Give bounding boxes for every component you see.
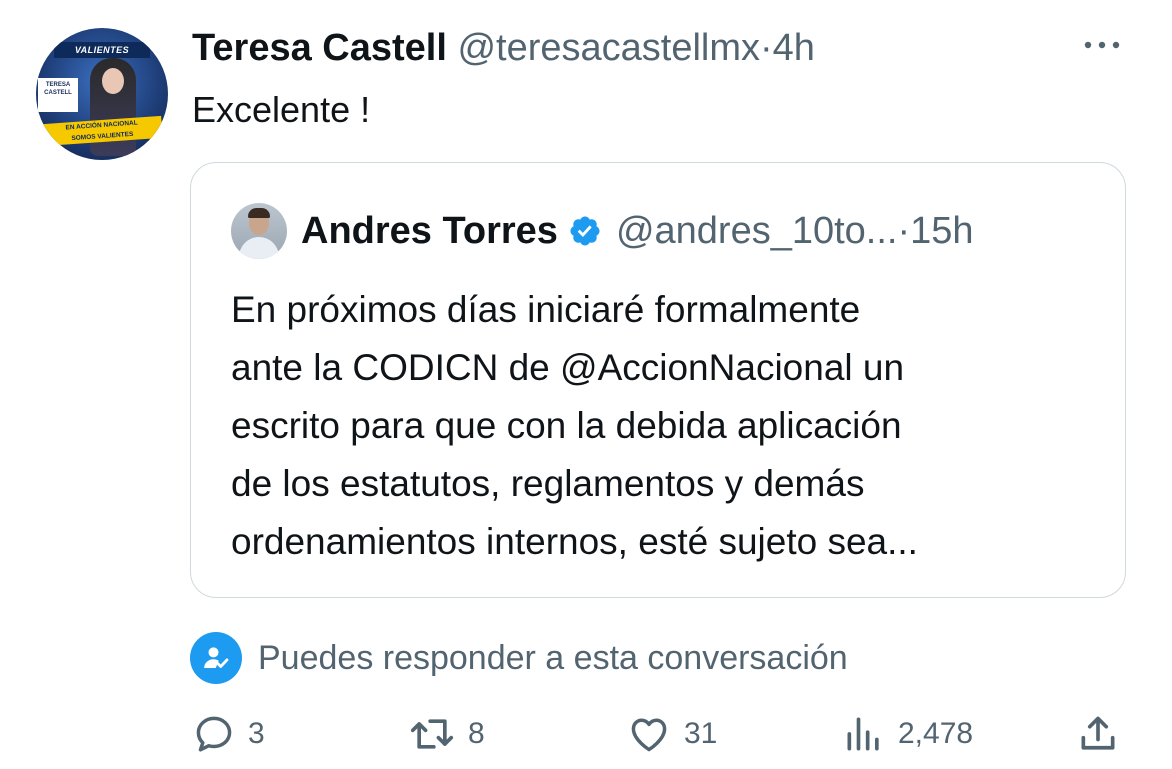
repost-button[interactable]: 8 <box>408 706 485 762</box>
reply-permission-text: Puedes responder a esta conversación <box>258 638 848 677</box>
author-avatar[interactable]: VALIENTES TERESA CASTELL EN ACCIÓN NACIO… <box>36 28 168 160</box>
avatar-top-banner: VALIENTES <box>54 42 150 58</box>
quoted-avatar-hair <box>248 208 270 218</box>
verified-badge-icon <box>570 216 600 246</box>
more-icon[interactable] <box>1080 30 1124 60</box>
quoted-text-line: de los estatutos, reglamentos y demás <box>231 463 865 504</box>
quoted-author-handle[interactable]: @andres_10to... <box>616 207 898 255</box>
share-button[interactable] <box>1076 706 1132 762</box>
tweet-text: Excelente ! <box>192 89 371 130</box>
person-check-icon <box>190 632 242 684</box>
views-button[interactable]: 2,478 <box>842 706 973 762</box>
avatar-name-card: TERESA CASTELL <box>38 78 78 112</box>
quoted-tweet[interactable]: Andres Torres @andres_10to... · 15h En pró… <box>190 162 1126 598</box>
quoted-tweet-time[interactable]: 15h <box>910 207 973 255</box>
reply-icon <box>196 716 232 752</box>
reply-button[interactable]: 3 <box>192 706 265 762</box>
reply-count: 3 <box>248 717 265 750</box>
quoted-text-line: En próximos días iniciaré formalmente <box>231 289 861 330</box>
like-button[interactable]: 31 <box>626 706 717 762</box>
quoted-author-avatar[interactable] <box>231 203 287 259</box>
tweet-header: Teresa Castell @teresacastellmx·4h <box>192 24 815 72</box>
tweet-actions: 3 8 31 2,478 <box>0 706 1172 762</box>
share-icon <box>1081 716 1115 750</box>
repost-count: 8 <box>468 717 485 750</box>
author-handle[interactable]: @teresacastellmx <box>457 27 760 69</box>
quoted-author-name[interactable]: Andres Torres <box>301 207 558 255</box>
quoted-text-line: ante la CODICN de @AccionNacional un <box>231 347 905 388</box>
quoted-tweet-header: Andres Torres @andres_10to... · 15h <box>301 207 974 255</box>
author-name[interactable]: Teresa Castell <box>192 27 447 69</box>
reply-permission-notice: Puedes responder a esta conversación <box>190 632 848 684</box>
heart-icon <box>631 718 667 752</box>
avatar-face <box>102 68 124 94</box>
repost-icon <box>410 719 454 749</box>
like-count: 31 <box>684 717 718 750</box>
header-separator: · <box>760 27 773 69</box>
quoted-avatar-body <box>239 237 279 259</box>
quoted-text-line: ordenamientos internos, esté sujeto sea.… <box>231 521 918 562</box>
quoted-text-line: escrito para que con la debida aplicació… <box>231 405 902 446</box>
views-icon <box>847 717 879 751</box>
quoted-header-separator: · <box>897 210 911 252</box>
avatar-bottom-banner: EN ACCIÓN NACIONAL SOMOS VALIENTES <box>41 115 163 147</box>
views-count: 2,478 <box>898 717 974 750</box>
tweet-time[interactable]: 4h <box>773 27 815 69</box>
quoted-tweet-text: En próximos días iniciaré formalmente an… <box>231 281 918 571</box>
